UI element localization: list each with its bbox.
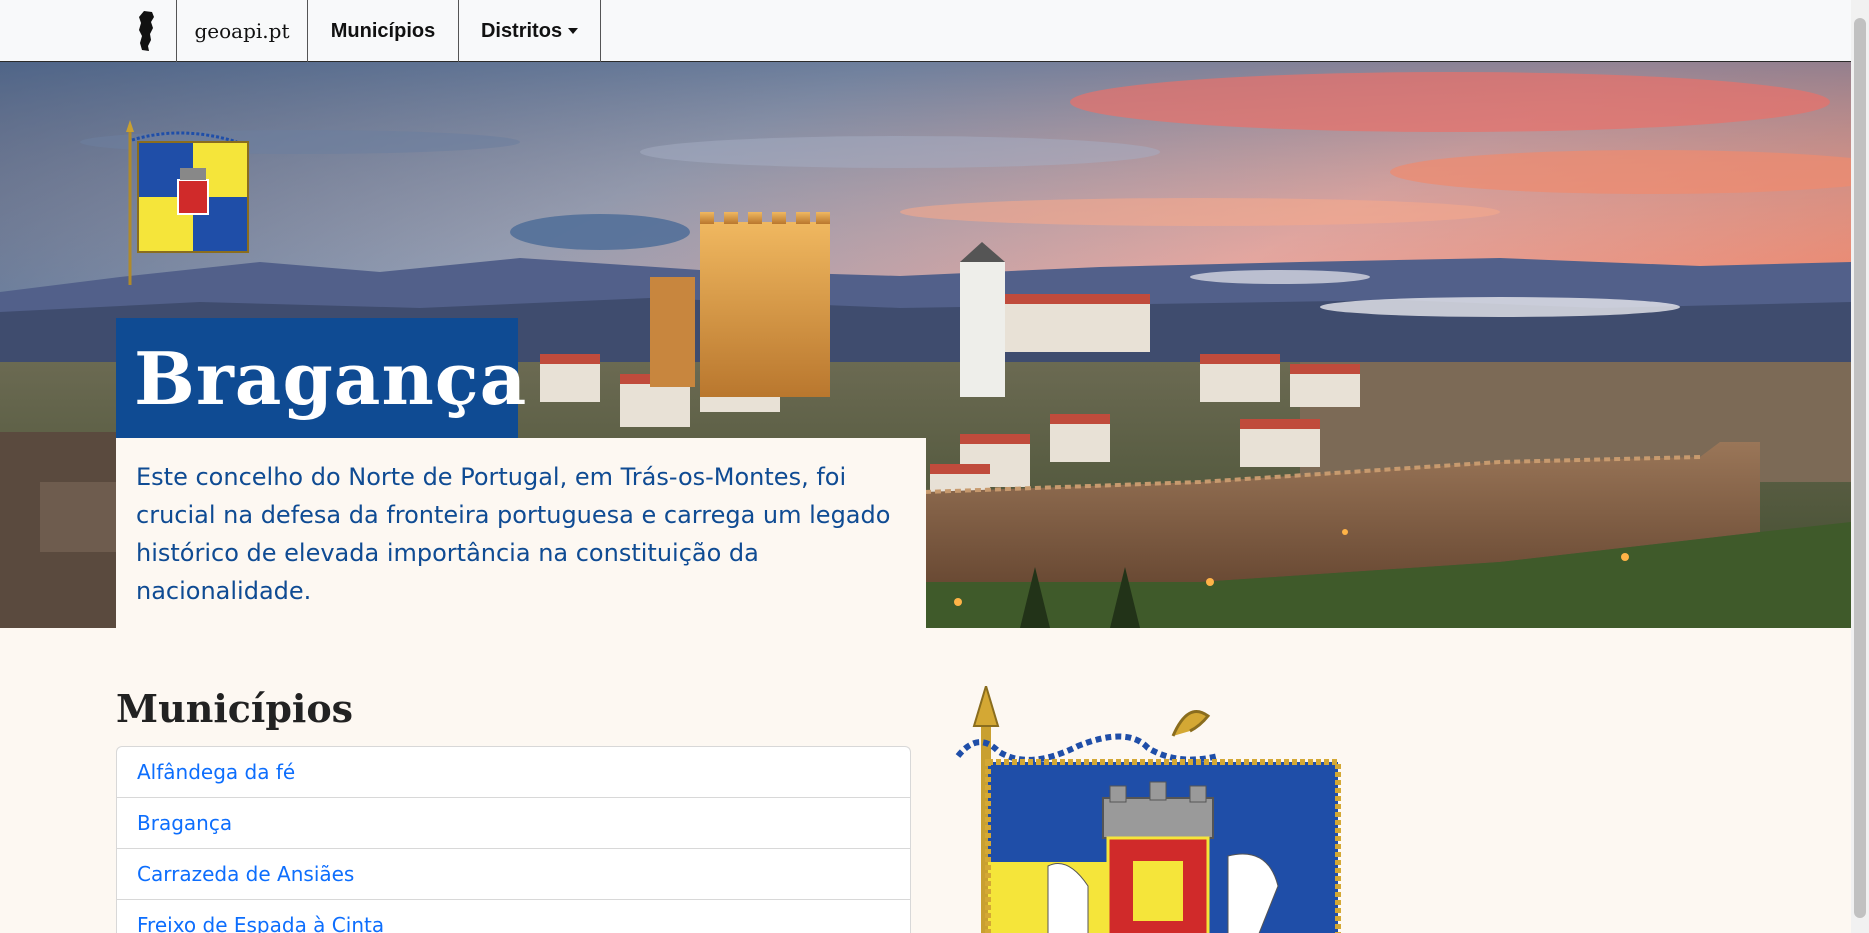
municipios-heading: Municípios [116,686,354,731]
hero-banner: Bragança Este concelho do Norte de Portu… [0,62,1851,628]
chevron-down-icon [568,28,579,34]
list-item[interactable]: Bragança [117,798,910,849]
list-item[interactable]: Alfândega da fé [117,747,910,798]
braganca-flag-icon [122,120,252,294]
list-item[interactable]: Freixo de Espada à Cinta [117,900,910,933]
braganca-flag-large-icon [938,682,1348,933]
scrollbar-thumb[interactable] [1854,18,1866,918]
brand-link[interactable]: geoapi.pt [176,0,307,62]
nav-municipios[interactable]: Municípios [307,0,458,62]
hero-description: Este concelho do Norte de Portugal, em T… [136,463,891,605]
hero-description-box: Este concelho do Norte de Portugal, em T… [116,438,926,628]
nav-distritos-dropdown[interactable]: Distritos [458,0,601,62]
nav-distritos-label: Distritos [480,19,563,42]
portugal-map-icon[interactable] [117,0,176,62]
municipios-list: Alfândega da fé Bragança Carrazeda de An… [116,746,911,933]
hero-title-box: Bragança [116,318,526,438]
page-title: Bragança [134,335,528,421]
page-scrollbar[interactable] [1851,0,1869,933]
top-navbar: geoapi.pt Municípios Distritos [0,0,1851,62]
list-item[interactable]: Carrazeda de Ansiães [117,849,910,900]
